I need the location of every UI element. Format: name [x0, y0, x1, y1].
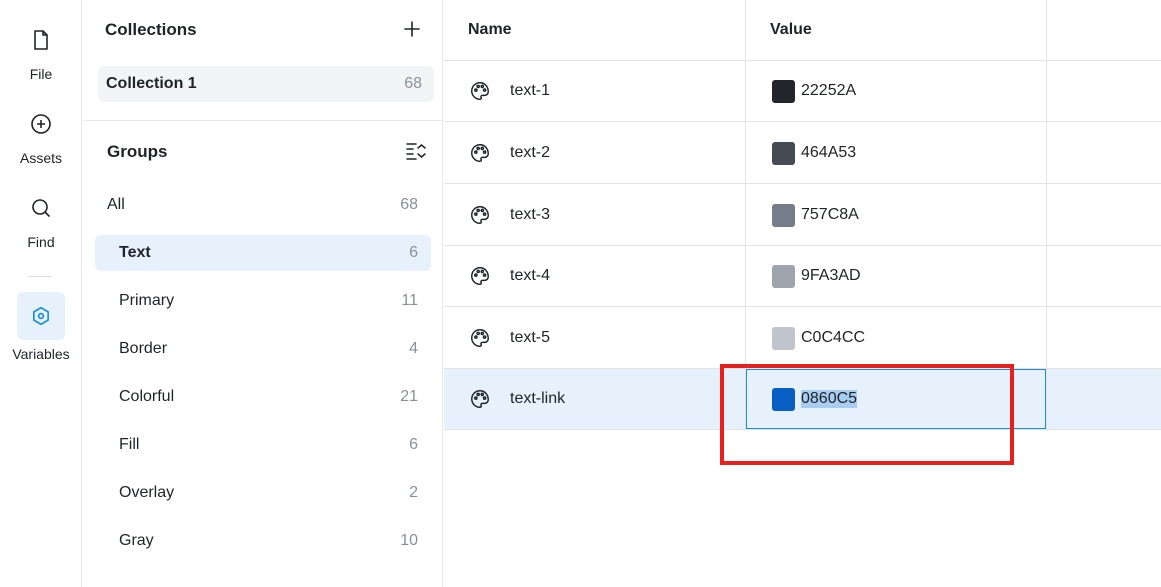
hexagon-icon: [33, 306, 49, 326]
variable-name: text-1: [510, 82, 551, 99]
group-name: Border: [119, 340, 168, 357]
group-item-overlay[interactable]: Overlay 2: [95, 475, 431, 511]
group-name: Primary: [119, 292, 175, 309]
collection-item[interactable]: Collection 1 68: [98, 66, 434, 102]
rail-variables-label: Variables: [12, 346, 70, 362]
group-name: Overlay: [119, 484, 175, 501]
group-item-all[interactable]: All 68: [95, 187, 431, 223]
group-count: 11: [401, 292, 418, 309]
file-icon: [34, 30, 48, 50]
group-item-fill[interactable]: Fill 6: [95, 427, 431, 463]
rail-assets-label: Assets: [19, 150, 62, 166]
color-swatch[interactable]: [772, 265, 795, 288]
panel-divider: [83, 120, 443, 121]
variables-table: Name Value text-1 22252A text-2 464A53 t…: [444, 0, 1161, 587]
plus-icon[interactable]: [401, 18, 423, 40]
variable-name: text-link: [510, 390, 566, 407]
column-divider: [1046, 0, 1047, 430]
group-name: Fill: [119, 436, 140, 453]
group-count: 4: [409, 340, 418, 357]
variable-value[interactable]: 757C8A: [801, 206, 859, 224]
collection-name: Collection 1: [106, 75, 197, 92]
palette-icon: [471, 82, 489, 100]
color-swatch[interactable]: [772, 80, 795, 103]
variable-value[interactable]: 22252A: [801, 82, 856, 100]
group-count: 21: [400, 388, 418, 405]
variable-value[interactable]: C0C4CC: [801, 329, 865, 347]
group-count: 2: [409, 484, 418, 501]
table-row[interactable]: text-1 22252A: [444, 61, 1161, 122]
collections-title: Collections: [105, 20, 197, 39]
group-item-colorful[interactable]: Colorful 21: [95, 379, 431, 415]
group-item-gray[interactable]: Gray 10: [95, 523, 431, 559]
table-row[interactable]: text-2 464A53: [444, 123, 1161, 184]
rail-find[interactable]: Find: [0, 196, 82, 250]
plus-circle-icon: [31, 114, 51, 134]
variable-value[interactable]: 464A53: [801, 144, 856, 162]
group-count: 10: [400, 532, 418, 549]
collection-count: 68: [404, 75, 422, 92]
variable-name: text-4: [510, 267, 551, 284]
variables-icon-box: [17, 292, 65, 340]
rail-assets[interactable]: Assets: [0, 112, 82, 166]
color-swatch[interactable]: [772, 142, 795, 165]
groups-panel: Collections Collection 1 68 Groups All 6…: [83, 0, 443, 587]
group-name: Colorful: [119, 388, 175, 405]
groups-title: Groups: [107, 142, 168, 161]
rail-file-label: File: [29, 66, 53, 82]
palette-icon: [471, 267, 489, 285]
table-row[interactable]: text-3 757C8A: [444, 185, 1161, 246]
group-item-primary[interactable]: Primary 11: [95, 283, 431, 319]
column-header-name: Name: [468, 21, 512, 38]
group-name: All: [107, 196, 125, 213]
column-header-value: Value: [770, 21, 812, 38]
group-name: Gray: [119, 532, 154, 549]
group-item-border[interactable]: Border 4: [95, 331, 431, 367]
group-count: 6: [409, 244, 418, 261]
left-rail: File Assets Find Variables: [0, 0, 82, 587]
table-row[interactable]: text-4 9FA3AD: [444, 246, 1161, 307]
highlight-box: [720, 364, 1014, 465]
variable-name: text-2: [510, 144, 551, 161]
color-swatch[interactable]: [772, 327, 795, 350]
variable-name: text-5: [510, 329, 551, 346]
palette-icon: [471, 144, 489, 162]
collapse-list-icon[interactable]: [405, 141, 427, 161]
rail-find-label: Find: [27, 234, 55, 250]
rail-divider: [27, 276, 51, 277]
palette-icon: [471, 329, 489, 347]
group-count: 68: [400, 196, 418, 213]
color-swatch[interactable]: [772, 204, 795, 227]
group-item-text[interactable]: Text 6: [95, 235, 431, 271]
palette-icon: [471, 206, 489, 224]
group-count: 6: [409, 436, 418, 453]
palette-icon: [471, 390, 489, 408]
group-name: Text: [119, 244, 151, 261]
variable-value[interactable]: 9FA3AD: [801, 267, 861, 285]
variable-name: text-3: [510, 206, 551, 223]
search-icon: [32, 199, 50, 217]
rail-file[interactable]: File: [0, 28, 82, 82]
rail-variables[interactable]: Variables: [0, 292, 82, 362]
table-row[interactable]: text-5 C0C4CC: [444, 308, 1161, 369]
